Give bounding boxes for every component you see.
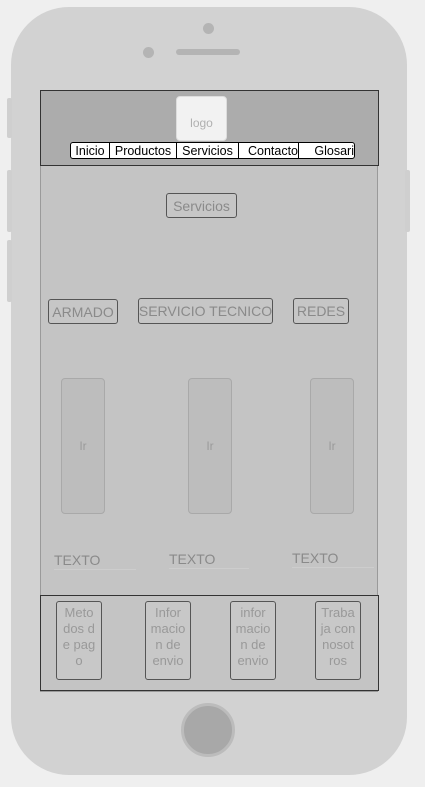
power-button: [405, 170, 410, 232]
footer-informacion-envio[interactable]: Informacion de envio: [145, 601, 191, 680]
nav-item-glosario[interactable]: Glosari: [298, 143, 354, 158]
footer-metodos-de-pago[interactable]: Metodos de pago: [56, 601, 102, 680]
nav-item-servicios[interactable]: Servicios: [176, 143, 238, 158]
image-placeholder: Ir: [61, 378, 105, 514]
armado-button[interactable]: ARMADO: [48, 299, 118, 324]
home-button[interactable]: [181, 703, 235, 757]
volume-up-button: [7, 170, 12, 232]
volume-down-button: [7, 240, 12, 302]
footer-informacion-envio-2[interactable]: informacion de envio: [230, 601, 276, 680]
nav-item-contacto[interactable]: Contacto: [238, 143, 298, 158]
image-placeholder: Ir: [188, 378, 232, 514]
mute-switch: [7, 98, 12, 138]
nav-item-productos[interactable]: Productos: [109, 143, 176, 158]
earpiece-speaker: [176, 49, 240, 55]
product-text: TEXTO: [54, 552, 136, 570]
front-camera: [203, 23, 214, 34]
product-text: TEXTO: [169, 551, 249, 569]
logo-placeholder: logo: [176, 96, 227, 141]
redes-button[interactable]: REDES: [293, 298, 349, 324]
nav-bar: Inicio Productos Servicios Contacto Glos…: [70, 142, 355, 159]
servicio-tecnico-button[interactable]: SERVICIO TECNICO: [138, 298, 273, 324]
sensor-dot: [143, 47, 154, 58]
servicios-button[interactable]: Servicios: [166, 193, 237, 218]
image-placeholder: Ir: [310, 378, 354, 514]
footer-trabaja-con-nosotros[interactable]: Trabaja con nosotros: [315, 601, 361, 680]
nav-item-inicio[interactable]: Inicio: [71, 143, 109, 158]
product-text: TEXTO: [292, 550, 374, 568]
